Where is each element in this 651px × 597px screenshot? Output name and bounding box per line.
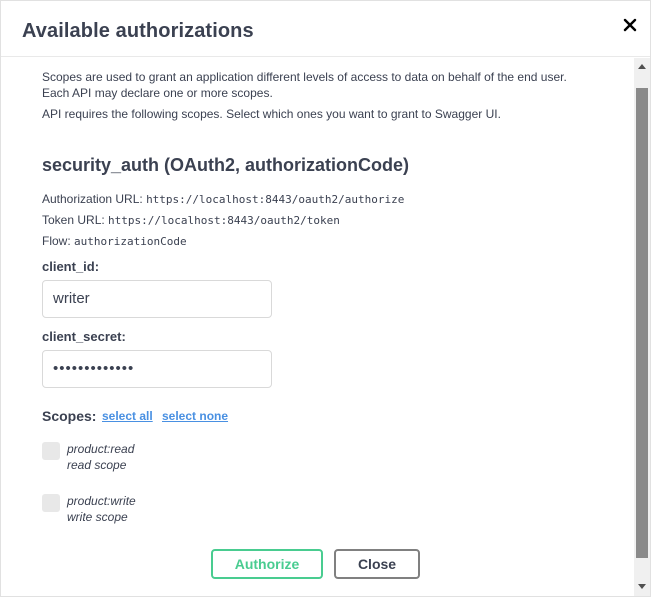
chevron-down-icon[interactable] [634, 579, 650, 595]
scope-checkbox-product-read[interactable] [42, 442, 60, 460]
scope-description: write scope [67, 510, 128, 524]
close-button[interactable]: Close [334, 549, 420, 579]
scope-name: product:read [67, 442, 135, 456]
chevron-up-icon[interactable] [634, 58, 650, 74]
modal-title: Available authorizations [22, 20, 254, 42]
authorization-modal: Available authorizations Scopes are used… [0, 0, 651, 597]
client-secret-input[interactable]: ••••••••••••• [42, 350, 272, 388]
auth-scheme-title: security_auth (OAuth2, authorizationCode… [42, 155, 410, 175]
modal-header: Available authorizations [1, 1, 650, 57]
client-id-input[interactable]: writer [42, 280, 272, 318]
scopes-description: Scopes are used to grant an application … [42, 70, 567, 84]
client-id-label: client_id: [42, 259, 100, 274]
scope-name: product:write [67, 494, 136, 508]
authorization-url-label: Authorization URL: [42, 192, 143, 206]
scope-description: read scope [67, 458, 127, 472]
flow-row: Flow: authorizationCode [42, 234, 187, 248]
authorization-url: https://localhost:8443/oauth2/authorize [146, 193, 405, 206]
vertical-scrollbar[interactable] [634, 58, 650, 596]
authorization-url-row: Authorization URL: https://localhost:844… [42, 192, 404, 206]
flow-label: Flow: [42, 234, 71, 248]
scope-item-product-read: product:read read scope [67, 441, 134, 473]
modal-body: Scopes are used to grant an application … [1, 58, 634, 596]
select-all-link[interactable]: select all [102, 409, 153, 423]
flow-value: authorizationCode [74, 235, 187, 248]
token-url-row: Token URL: https://localhost:8443/oauth2… [42, 213, 340, 227]
scopes-label: Scopes: [42, 408, 97, 424]
select-none-link[interactable]: select none [162, 409, 228, 423]
scrollbar-thumb[interactable] [636, 88, 648, 558]
scope-checkbox-product-write[interactable] [42, 494, 60, 512]
scope-item-product-write: product:write write scope [67, 493, 136, 525]
token-url-label: Token URL: [42, 213, 105, 227]
scopes-description-2: Each API may declare one or more scopes. [42, 86, 273, 100]
token-url: https://localhost:8443/oauth2/token [108, 214, 340, 227]
authorize-button[interactable]: Authorize [211, 549, 323, 579]
client-secret-label: client_secret: [42, 329, 126, 344]
scopes-requirement: API requires the following scopes. Selec… [42, 107, 501, 121]
close-icon[interactable] [622, 17, 638, 33]
